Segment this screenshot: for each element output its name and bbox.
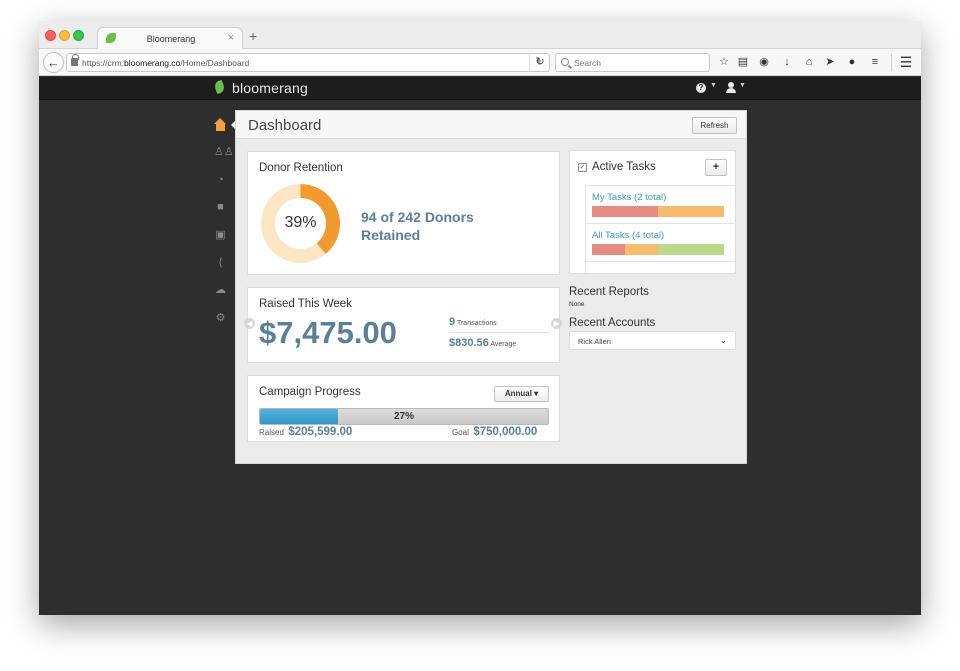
home-icon[interactable]: ⌂ [802, 55, 816, 69]
carousel-prev-icon[interactable]: ◀ [244, 318, 255, 329]
cloud-icon[interactable]: ☁ [214, 284, 227, 297]
share-icon[interactable]: ⟨ [214, 257, 227, 270]
raised-caption: Raised $205,599.00 [259, 426, 353, 438]
app-logo-text[interactable]: bloomerang [232, 80, 308, 96]
close-window-button[interactable] [45, 30, 56, 41]
tab-close-icon[interactable]: × [228, 32, 234, 44]
campaign-progress-percent: 27% [393, 411, 414, 422]
download-icon[interactable]: ↓ [780, 55, 794, 69]
user-icon[interactable] [726, 82, 736, 93]
goal-caption: Goal $750,000.00 [452, 426, 538, 438]
browser-tab[interactable]: Bloomerang × [97, 27, 243, 50]
panel-header: Dashboard Refresh [236, 111, 746, 139]
user-caret-icon[interactable]: ▼ [739, 82, 746, 89]
recent-reports-title: Recent Reports [569, 286, 649, 298]
on-track-segment [658, 244, 724, 255]
all-tasks-link[interactable]: All Tasks (4 total) [592, 230, 664, 241]
layers-icon[interactable]: ≡ [868, 55, 882, 69]
period-select[interactable]: Annual ▾ [494, 386, 549, 402]
recent-account-value: Rick Allen [578, 337, 611, 346]
help-icon[interactable]: ? [696, 83, 706, 93]
app-header: bloomerang ? ▼ ▼ [39, 77, 921, 100]
donut-center: 39% [275, 198, 326, 249]
refresh-button[interactable]: Refresh [692, 117, 737, 134]
active-tasks-title: Active Tasks [592, 161, 656, 173]
reports-icon[interactable]: ◔ [214, 174, 227, 187]
search-input[interactable]: Search [555, 53, 710, 72]
transactions-stat: 9 Transactions [449, 316, 497, 328]
dashboard-panel: Dashboard Refresh Donor Retention 39% 94… [235, 110, 747, 464]
stat-divider [449, 332, 549, 333]
my-tasks-link[interactable]: My Tasks (2 total) [592, 192, 666, 203]
donor-retention-card: Donor Retention 39% 94 of 242 Donors Ret… [247, 151, 560, 275]
donors-retained-text[interactable]: 94 of 242 Donors Retained [361, 208, 521, 244]
campaign-progress-card: Campaign Progress Annual ▾ 27% Raised $2… [247, 375, 560, 442]
retention-percent: 39% [284, 214, 317, 231]
campaign-progress-bar: 27% [259, 408, 549, 425]
average-stat: $830.56 Average [449, 337, 517, 349]
raised-this-week-title: Raised This Week [259, 298, 352, 310]
maximize-window-button[interactable] [73, 30, 84, 41]
donor-retention-title: Donor Retention [259, 162, 343, 174]
retention-donut-chart: 39% [261, 184, 340, 263]
task-row: All Tasks (4 total) [585, 223, 736, 261]
tab-bar: Bloomerang × + [39, 21, 921, 50]
raised-amount: $7,475.00 [259, 315, 397, 350]
url-bar[interactable]: https://crm.bloomerang.co/Home/Dashboard… [66, 53, 550, 72]
active-tasks-card: ✓ Active Tasks + My Tasks (2 total) All … [569, 150, 736, 275]
raised-this-week-card: Raised This Week $7,475.00 9 Transaction… [247, 287, 560, 363]
overdue-segment [592, 244, 625, 255]
search-icon [561, 58, 569, 66]
navigation-bar: ← https://crm.bloomerang.co/Home/Dashboa… [39, 49, 921, 76]
campaign-progress-title: Campaign Progress [259, 386, 361, 398]
due-soon-segment [658, 206, 724, 217]
pocket-icon[interactable]: ◉ [757, 55, 771, 69]
documents-icon[interactable]: ■ [214, 201, 227, 214]
home-icon[interactable] [214, 118, 227, 131]
url-text: https://crm.bloomerang.co/Home/Dashboard [82, 58, 250, 68]
tab-title: Bloomerang [146, 34, 196, 44]
task-row-empty [585, 261, 736, 275]
forms-icon[interactable]: ▣ [214, 229, 227, 242]
star-icon[interactable]: ☆ [717, 55, 731, 69]
chat-icon[interactable]: ● [845, 55, 859, 69]
due-soon-segment [625, 244, 658, 255]
new-tab-button[interactable]: + [249, 29, 257, 43]
search-placeholder: Search [574, 58, 601, 68]
overdue-segment [592, 206, 658, 217]
chevron-down-icon: ⌄ [719, 335, 727, 345]
recent-accounts-title: Recent Accounts [569, 317, 656, 329]
page-title: Dashboard [248, 117, 322, 134]
add-task-button[interactable]: + [705, 159, 727, 176]
menu-icon[interactable]: ☰ [899, 55, 913, 69]
lock-icon [71, 54, 79, 66]
constituents-icon[interactable]: ♙♙ [214, 146, 234, 159]
minimize-window-button[interactable] [59, 30, 70, 41]
carousel-next-icon[interactable]: ▶ [551, 318, 562, 329]
task-row: My Tasks (2 total) [585, 185, 736, 223]
checkbox-icon: ✓ [578, 163, 587, 172]
settings-icon[interactable]: ⚙ [214, 312, 227, 325]
all-tasks-bar [592, 244, 724, 255]
my-tasks-bar [592, 206, 724, 217]
back-button[interactable]: ← [43, 52, 64, 73]
send-icon[interactable]: ➤ [823, 55, 837, 69]
clipboard-icon[interactable]: ▤ [736, 55, 750, 69]
reload-button[interactable]: ↻ [529, 53, 550, 72]
bloomerang-logo-icon[interactable] [213, 79, 226, 95]
browser-window: Bloomerang × + ← https://crm.bloomerang.… [39, 21, 921, 615]
toolbar-divider [891, 54, 892, 71]
help-caret-icon[interactable]: ▼ [710, 82, 717, 89]
recent-accounts-select[interactable]: Rick Allen ⌄ [569, 331, 736, 350]
recent-reports-value: None [569, 301, 585, 308]
